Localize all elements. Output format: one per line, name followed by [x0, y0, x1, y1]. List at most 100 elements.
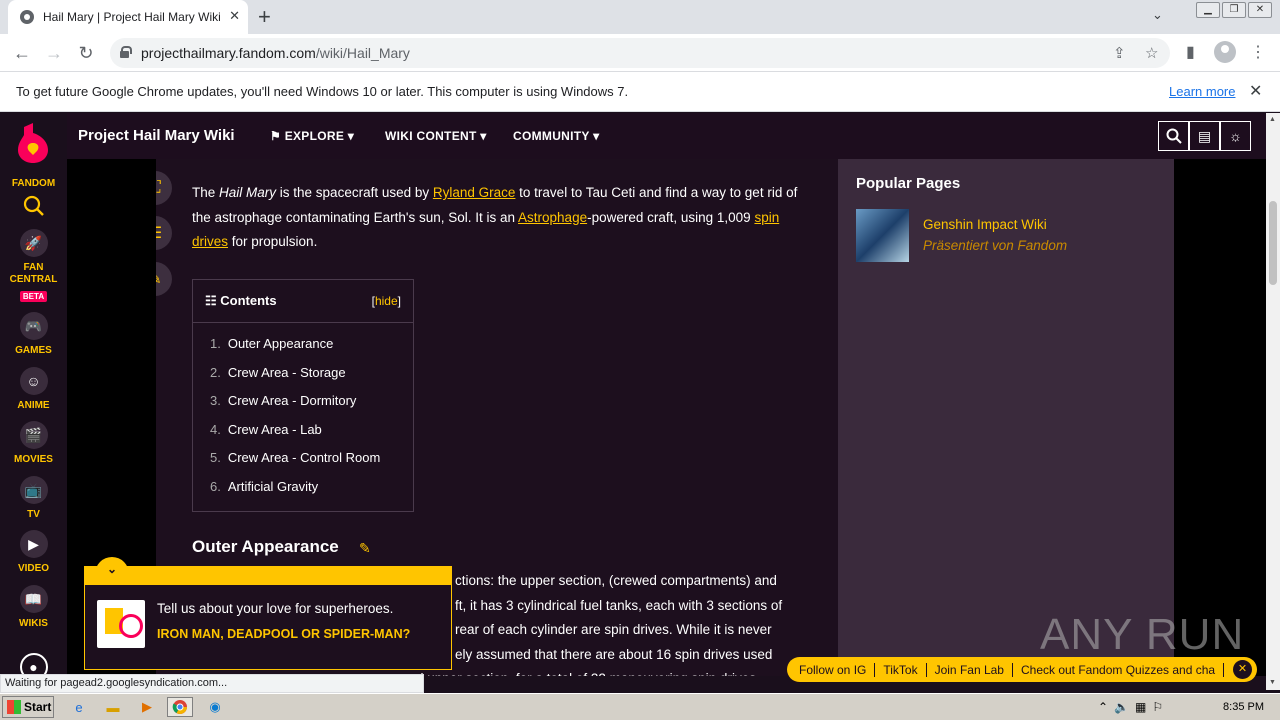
- social-bar: Follow on IG TikTok Join Fan Lab Check o…: [787, 657, 1257, 682]
- infobar-close-icon[interactable]: ✕: [1249, 81, 1262, 101]
- intro-paragraph: The Hail Mary is the spacecraft used by …: [192, 185, 798, 249]
- browser-toolbar: ← → ↻ projecthailmary.fandom.com/wiki/Ha…: [0, 34, 1280, 72]
- quiz-popup[interactable]: ⌄ Tell us about your love for superheroe…: [84, 557, 452, 670]
- social-link-fanlab[interactable]: Join Fan Lab: [927, 662, 1013, 677]
- tab-search-chevron-icon[interactable]: ⌄: [1152, 7, 1163, 23]
- restore-button[interactable]: ❐: [1222, 2, 1246, 18]
- bookmark-star-icon[interactable]: ☆: [1145, 44, 1158, 62]
- close-tab-icon[interactable]: ✕: [229, 8, 240, 24]
- rail-item-fan-central[interactable]: 🚀 FAN CENTRAL BETA: [0, 229, 67, 304]
- toc-item[interactable]: 5. Crew Area - Control Room: [210, 450, 380, 479]
- chrome-icon[interactable]: [167, 697, 193, 717]
- toc-item[interactable]: 2. Crew Area - Storage: [210, 365, 380, 394]
- popular-page-sponsor: Präsentiert von Fandom: [923, 238, 1068, 253]
- popular-page-link[interactable]: Genshin Impact Wiki: [923, 217, 1047, 232]
- beta-badge: BETA: [19, 291, 48, 302]
- toc-item[interactable]: 4. Crew Area - Lab: [210, 422, 380, 451]
- menu-kebab-icon[interactable]: ⋮: [1250, 42, 1266, 62]
- tv-icon: 📺: [19, 476, 48, 504]
- toc-divider: [193, 322, 413, 323]
- new-tab-button[interactable]: +: [258, 4, 271, 30]
- status-bubble: Waiting for pagead2.googlesyndication.co…: [0, 674, 424, 693]
- book-icon: 📖: [19, 585, 48, 613]
- update-infobar: To get future Google Chrome updates, you…: [0, 72, 1280, 112]
- header-theme-button[interactable]: ☼: [1220, 121, 1251, 151]
- rail-item-fandom[interactable]: FANDOM: [0, 173, 67, 190]
- fandom-logo-icon[interactable]: [16, 123, 50, 163]
- link-ryland-grace[interactable]: Ryland Grace: [433, 185, 516, 200]
- list-icon: ☰: [156, 223, 162, 243]
- header-discussions-button[interactable]: ▤: [1189, 121, 1220, 151]
- side-panel-icon[interactable]: ▮: [1186, 42, 1195, 62]
- scroll-up-icon[interactable]: ▲: [1269, 116, 1276, 123]
- page-scrollbar[interactable]: ▲ ▼: [1266, 113, 1280, 690]
- ie-icon[interactable]: e: [68, 697, 90, 717]
- profile-avatar-icon[interactable]: [1214, 41, 1236, 63]
- rail-item-wikis[interactable]: 📖 WIKIS: [0, 585, 67, 630]
- folder-icon[interactable]: ▬: [102, 697, 124, 717]
- rail-item-video[interactable]: ▶ VIDEO: [0, 530, 67, 575]
- volume-icon[interactable]: 🔈: [1114, 700, 1129, 714]
- table-of-contents: ☷ Contents [hide] 1. Outer Appearance 2. C…: [192, 279, 414, 512]
- forward-arrow-icon[interactable]: →: [42, 41, 66, 65]
- share-icon[interactable]: ⇪: [1113, 44, 1126, 62]
- sun-icon: ☼: [1229, 128, 1242, 144]
- minimize-button[interactable]: ▁: [1196, 2, 1220, 18]
- rail-item-anime[interactable]: ☺ ANIME: [0, 367, 67, 412]
- rail-item-movies[interactable]: 🎬 MOVIES: [0, 421, 67, 466]
- toc-item[interactable]: 6. Artificial Gravity: [210, 479, 380, 508]
- learn-more-link[interactable]: Learn more: [1169, 84, 1235, 99]
- tab-title: Hail Mary | Project Hail Mary Wiki | F: [43, 10, 223, 24]
- close-icon[interactable]: ✕: [1233, 660, 1252, 679]
- scroll-down-icon[interactable]: ▼: [1269, 679, 1276, 686]
- discussions-icon: ▤: [1197, 127, 1212, 144]
- quiz-answer-link[interactable]: IRON MAN, DEADPOOL OR SPIDER-MAN?: [157, 626, 417, 642]
- lock-icon[interactable]: [120, 46, 132, 58]
- social-link-tiktok[interactable]: TikTok: [875, 662, 927, 677]
- nav-community[interactable]: COMMUNITY ▾: [513, 129, 599, 143]
- taskbar-clock[interactable]: 8:35 PM: [1223, 701, 1264, 713]
- network-icon[interactable]: ▦: [1135, 700, 1146, 714]
- edge-icon[interactable]: ◉: [204, 697, 226, 717]
- reload-icon[interactable]: ↻: [74, 41, 98, 65]
- rail-search[interactable]: [0, 195, 67, 222]
- popular-pages-title: Popular Pages: [856, 175, 961, 192]
- start-button[interactable]: Start: [2, 696, 54, 718]
- link-astrophage[interactable]: Astrophage: [518, 210, 587, 225]
- toc-hide-toggle[interactable]: [hide]: [372, 294, 401, 308]
- action-center-icon[interactable]: ⚐: [1152, 700, 1163, 714]
- toc-item[interactable]: 3. Crew Area - Dormitory: [210, 393, 380, 422]
- toc-list: 1. Outer Appearance 2. Crew Area - Storage…: [210, 336, 380, 508]
- chevron-down-icon: ▾: [480, 129, 487, 143]
- compass-icon: ⚑: [270, 129, 285, 143]
- wiki-title[interactable]: Project Hail Mary Wiki: [78, 127, 235, 144]
- right-rail: Popular Pages Genshin Impact Wiki Präsen…: [838, 159, 1174, 676]
- browser-tab[interactable]: Hail Mary | Project Hail Mary Wiki | F ✕: [8, 0, 248, 34]
- nav-wiki-content[interactable]: WIKI CONTENT ▾: [385, 129, 487, 143]
- edit-button[interactable]: ✎: [156, 262, 172, 296]
- windows-taskbar: Start e ▬ ▶ ◉ ⌃ 🔈 ▦ ⚐ 8:35 PM: [0, 693, 1280, 720]
- media-player-icon[interactable]: ▶: [136, 697, 158, 717]
- back-arrow-icon[interactable]: ←: [10, 41, 34, 65]
- close-window-button[interactable]: ✕: [1248, 2, 1272, 18]
- fullscreen-button[interactable]: ⛶: [156, 171, 172, 205]
- chevron-down-icon: ▾: [347, 129, 355, 143]
- rail-item-tv[interactable]: 📺 TV: [0, 476, 67, 521]
- social-link-quizzes[interactable]: Check out Fandom Quizzes and cha: [1013, 662, 1225, 677]
- show-hidden-icons-icon[interactable]: ⌃: [1098, 700, 1108, 714]
- clapperboard-icon: 🎬: [19, 421, 48, 449]
- toc-button[interactable]: ☰: [156, 216, 172, 250]
- address-bar[interactable]: projecthailmary.fandom.com/wiki/Hail_Mar…: [110, 38, 1170, 68]
- wiki-header: Project Hail Mary Wiki ⚑ EXPLORE ▾ WIKI …: [67, 113, 1266, 159]
- scrollbar-thumb[interactable]: [1269, 201, 1277, 285]
- header-search-button[interactable]: [1158, 121, 1189, 151]
- pencil-icon: ✎: [156, 269, 162, 289]
- pencil-icon[interactable]: ✎: [359, 540, 371, 557]
- social-link-ig[interactable]: Follow on IG: [799, 662, 876, 677]
- rail-item-games[interactable]: 🎮 GAMES: [0, 312, 67, 357]
- infobar-message: To get future Google Chrome updates, you…: [16, 84, 629, 99]
- popular-page-thumbnail[interactable]: [856, 209, 909, 262]
- nav-explore[interactable]: ⚑ EXPLORE ▾: [270, 129, 354, 143]
- toc-item[interactable]: 1. Outer Appearance: [210, 336, 380, 365]
- list-icon: ☷: [205, 293, 221, 308]
